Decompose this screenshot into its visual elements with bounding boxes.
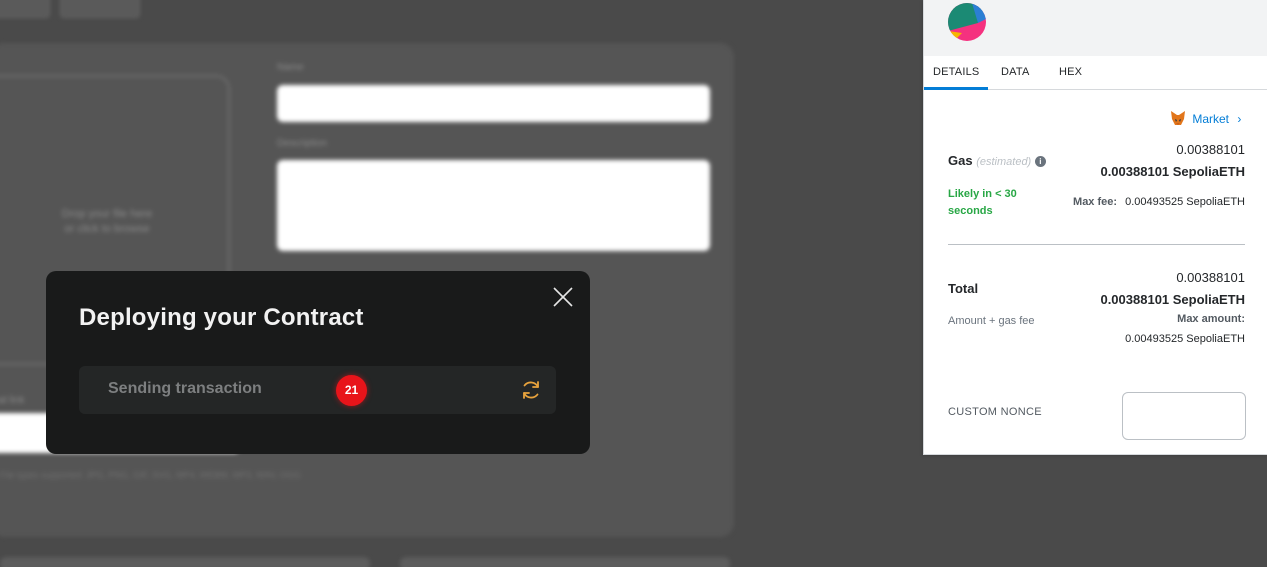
status-badge: 21 xyxy=(336,375,367,406)
tab-hex[interactable]: HEX xyxy=(1059,66,1082,78)
tab-data[interactable]: DATA xyxy=(1001,66,1030,78)
active-tab-indicator xyxy=(924,87,988,90)
bg-name-input xyxy=(277,85,710,122)
total-value-main: 0.00388101 SepoliaETH xyxy=(1100,292,1245,307)
bg-dropzone-text: Drop your file here or click to browse xyxy=(0,207,232,237)
bg-name-label: Name xyxy=(277,62,304,73)
transaction-status-row: Sending transaction 21 xyxy=(79,366,556,414)
bg-top-button xyxy=(0,0,50,18)
chevron-right-icon: › xyxy=(1237,112,1242,126)
gas-speed: Likely in < 30 seconds xyxy=(948,188,1017,217)
gas-label: Gas (estimated) i xyxy=(948,153,1046,168)
wallet-header xyxy=(924,0,1267,56)
total-label: Total xyxy=(948,281,979,296)
bg-bottom-card xyxy=(0,557,370,567)
max-fee-label: Max fee: xyxy=(1073,196,1118,208)
total-value-top: 0.00388101 xyxy=(1176,270,1245,285)
gas-label-text: Gas xyxy=(948,153,973,168)
max-amount-label: Max amount: xyxy=(1177,313,1245,325)
bg-dropzone-line2: or click to browse xyxy=(64,223,150,235)
gas-value-main: 0.00388101 SepoliaETH xyxy=(1100,164,1245,179)
bg-description-input xyxy=(277,160,710,251)
deploy-modal: Deploying your Contract Sending transact… xyxy=(46,271,590,454)
bg-description-label: Description xyxy=(277,138,328,149)
bg-bottom-card xyxy=(400,557,730,567)
gas-value-top: 0.00388101 xyxy=(1176,142,1245,157)
total-sub-label: Amount + gas fee xyxy=(948,315,1035,327)
section-divider xyxy=(948,244,1245,245)
bg-file-hint: File types supported: JPG, PNG, GIF, SVG… xyxy=(0,470,301,480)
custom-nonce-label: CUSTOM NONCE xyxy=(948,406,1042,418)
wallet-tabs: DETAILS DATA HEX xyxy=(924,56,1267,90)
status-text: Sending transaction xyxy=(108,380,262,397)
max-fee-row: Max fee: 0.00493525 SepoliaETH xyxy=(1034,196,1245,208)
max-amount-value: 0.00493525 SepoliaETH xyxy=(1125,333,1245,345)
max-fee-value: 0.00493525 SepoliaETH xyxy=(1125,196,1245,208)
refresh-icon[interactable] xyxy=(520,379,542,401)
market-link[interactable]: Market › xyxy=(1170,110,1241,129)
bg-external-label: External link xyxy=(0,395,25,406)
tab-details[interactable]: DETAILS xyxy=(933,66,979,78)
market-label: Market xyxy=(1192,112,1230,126)
custom-nonce-input[interactable] xyxy=(1122,392,1246,440)
close-icon[interactable] xyxy=(552,286,574,308)
bg-top-button xyxy=(60,0,140,18)
wallet-panel: DETAILS DATA HEX Market › Gas (estimated… xyxy=(923,0,1267,455)
bg-dropzone-line1: Drop your file here xyxy=(61,208,153,220)
modal-title: Deploying your Contract xyxy=(79,304,364,331)
gas-estimated-label: (estimated) xyxy=(976,156,1032,168)
fox-icon xyxy=(1170,110,1186,129)
account-avatar[interactable] xyxy=(948,3,986,41)
